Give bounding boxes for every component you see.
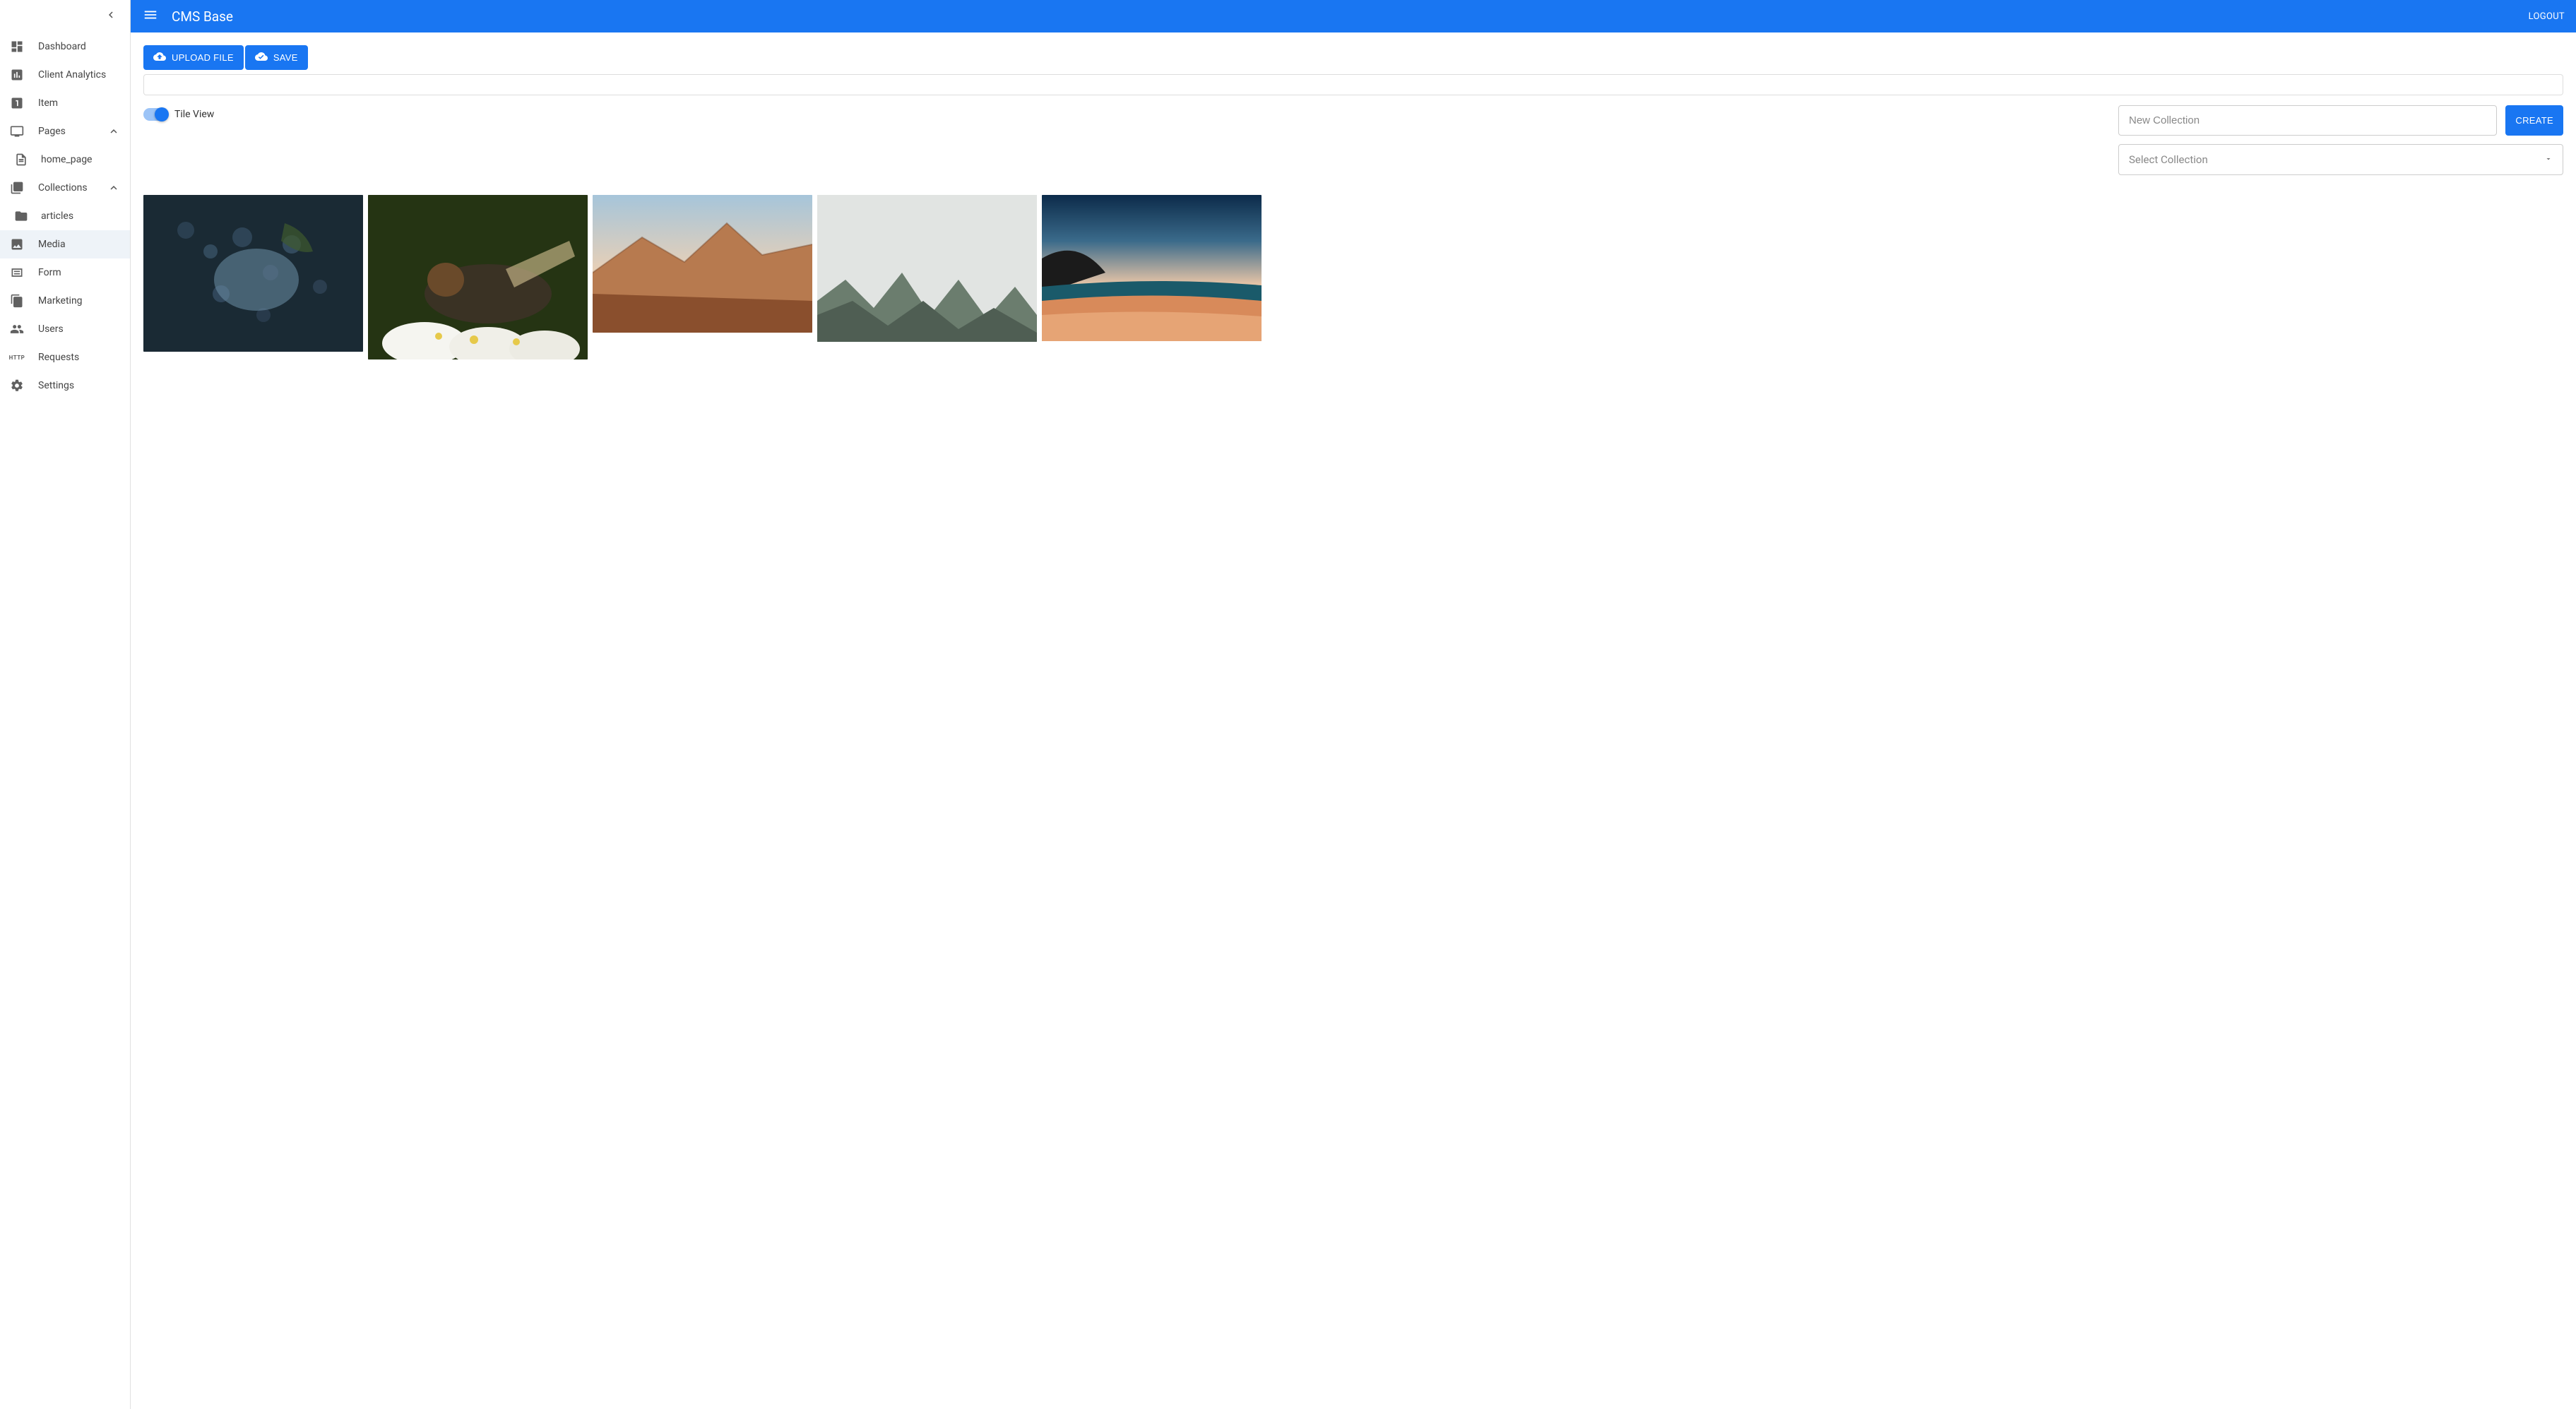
sidebar-item-label: Pages <box>38 126 107 137</box>
sidebar-item-dashboard[interactable]: Dashboard <box>0 32 130 61</box>
http-icon: HTTP <box>10 350 24 364</box>
marketing-icon <box>10 294 24 308</box>
sidebar-sub-collections: articles <box>0 202 130 230</box>
sidebar-item-articles[interactable]: articles <box>0 202 130 230</box>
sidebar-item-label: articles <box>41 210 120 222</box>
media-tile[interactable] <box>368 195 588 359</box>
upload-file-button[interactable]: UPLOAD FILE <box>143 45 244 70</box>
media-tile[interactable] <box>817 195 1037 342</box>
sidebar-item-label: Form <box>38 267 120 278</box>
save-button[interactable]: SAVE <box>245 45 308 70</box>
tile-view-toggle-wrap: Tile View <box>143 105 214 121</box>
chevron-left-icon <box>105 8 117 24</box>
sidebar-item-label: home_page <box>41 154 120 165</box>
sidebar-item-users[interactable]: Users <box>0 315 130 343</box>
switch-thumb <box>155 107 169 121</box>
button-label: CREATE <box>2515 115 2553 126</box>
media-tile[interactable] <box>1042 195 1262 341</box>
new-collection-input[interactable] <box>2118 105 2497 136</box>
sidebar-item-label: Media <box>38 239 120 250</box>
page-icon <box>14 153 28 167</box>
menu-button[interactable] <box>142 8 159 25</box>
sidebar-item-label: Client Analytics <box>38 69 120 81</box>
select-placeholder: Select Collection <box>2129 153 2208 166</box>
media-gallery <box>143 195 2563 359</box>
sidebar-item-settings[interactable]: Settings <box>0 371 130 400</box>
sidebar-item-marketing[interactable]: Marketing <box>0 287 130 315</box>
sidebar-item-form[interactable]: Form <box>0 258 130 287</box>
sidebar-item-client-analytics[interactable]: Client Analytics <box>0 61 130 89</box>
pages-icon <box>10 124 24 138</box>
sidebar-item-label: Item <box>38 97 120 109</box>
sidebar-nav: Dashboard Client Analytics Item Pages ho… <box>0 32 130 400</box>
sidebar-item-label: Requests <box>38 352 120 363</box>
collection-controls: CREATE Select Collection <box>2118 105 2563 175</box>
gear-icon <box>10 379 24 393</box>
cloud-upload-icon <box>153 50 166 65</box>
caret-down-icon <box>2544 153 2553 166</box>
message-bar <box>143 74 2563 95</box>
hamburger-icon <box>143 7 158 25</box>
appbar: CMS Base LOGOUT <box>131 0 2576 32</box>
sidebar-item-collections[interactable]: Collections <box>0 174 130 202</box>
content: UPLOAD FILE SAVE Tile View <box>131 32 2576 1409</box>
chevron-up-icon <box>107 125 120 138</box>
select-collection-dropdown[interactable]: Select Collection <box>2118 144 2563 175</box>
sidebar-item-label: Marketing <box>38 295 120 307</box>
analytics-icon <box>10 68 24 82</box>
cloud-save-icon <box>255 50 268 65</box>
folder-icon <box>14 209 28 223</box>
tile-view-switch[interactable] <box>143 108 167 121</box>
main: CMS Base LOGOUT UPLOAD FILE SAVE Tile Vi… <box>131 0 2576 1409</box>
item-icon <box>10 96 24 110</box>
sidebar-collapse-button[interactable] <box>0 0 130 32</box>
toolbar: UPLOAD FILE SAVE <box>143 45 2563 70</box>
sidebar-sub-pages: home_page <box>0 145 130 174</box>
controls-row: Tile View CREATE Select Collection <box>143 105 2563 175</box>
logout-button[interactable]: LOGOUT <box>2529 11 2565 22</box>
sidebar-item-media[interactable]: Media <box>0 230 130 258</box>
sidebar-item-label: Collections <box>38 182 107 194</box>
sidebar-item-item[interactable]: Item <box>0 89 130 117</box>
sidebar-item-requests[interactable]: HTTP Requests <box>0 343 130 371</box>
media-icon <box>10 237 24 251</box>
media-tile[interactable] <box>143 195 363 352</box>
sidebar-item-home-page[interactable]: home_page <box>0 145 130 174</box>
sidebar: Dashboard Client Analytics Item Pages ho… <box>0 0 131 1409</box>
form-icon <box>10 266 24 280</box>
button-label: SAVE <box>273 52 298 63</box>
tile-view-label: Tile View <box>174 109 214 120</box>
chevron-up-icon <box>107 182 120 194</box>
sidebar-item-pages[interactable]: Pages <box>0 117 130 145</box>
sidebar-item-label: Dashboard <box>38 41 120 52</box>
media-tile[interactable] <box>593 195 812 333</box>
create-collection-button[interactable]: CREATE <box>2505 105 2563 136</box>
button-label: UPLOAD FILE <box>172 52 234 63</box>
dashboard-icon <box>10 40 24 54</box>
collections-icon <box>10 181 24 195</box>
sidebar-item-label: Users <box>38 323 120 335</box>
sidebar-item-label: Settings <box>38 380 120 391</box>
users-icon <box>10 322 24 336</box>
app-title: CMS Base <box>172 8 2529 25</box>
